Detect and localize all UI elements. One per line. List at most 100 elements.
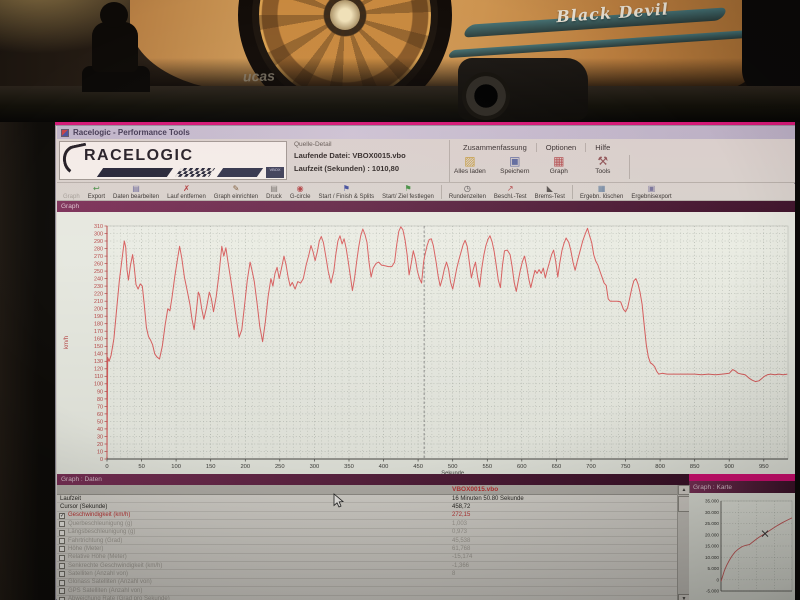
channel-label: Relative Höhe (Meter) xyxy=(68,554,127,560)
logo-tag: VBOX xyxy=(266,167,284,178)
checkbox-unchecked-icon[interactable] xyxy=(59,588,65,594)
title-bar[interactable]: Racelogic - Performance Tools xyxy=(57,126,795,139)
svg-text:230: 230 xyxy=(94,284,103,290)
channel-value: 8 xyxy=(452,571,455,577)
checkbox-unchecked-icon[interactable] xyxy=(59,580,65,586)
svg-text:0: 0 xyxy=(105,464,108,470)
svg-text:310: 310 xyxy=(94,224,103,230)
map-chart[interactable]: -5.00005.00010.00015.00020.00025.00030.0… xyxy=(689,493,795,600)
tab-zusammenfassung[interactable]: Zusammenfassung xyxy=(454,143,537,152)
svg-text:0: 0 xyxy=(100,457,103,463)
table-row[interactable]: Relative Höhe (Meter) -15,174 xyxy=(57,554,677,562)
tab-hilfe[interactable]: Hilfe xyxy=(586,143,619,152)
alles-laden-button[interactable]: ▨Alles laden xyxy=(454,154,486,175)
logo-bar xyxy=(97,168,173,177)
checkbox-unchecked-icon[interactable] xyxy=(59,538,65,544)
toolbar-separator xyxy=(629,155,630,179)
svg-text:140: 140 xyxy=(94,352,103,358)
channel-value: -15,174 xyxy=(452,554,472,560)
table-row[interactable]: GPS Satelliten (Anzahl von) xyxy=(57,587,677,595)
table-row[interactable]: Fahrtrichtung (Grad)45,538 xyxy=(57,537,677,545)
button-label: Daten bearbeiten xyxy=(113,194,159,200)
checkbox-unchecked-icon[interactable] xyxy=(59,555,65,561)
brems-test-button[interactable]: ◣Brems-Test xyxy=(535,185,565,200)
start-finish-splits-button[interactable]: ⚑Start / Finish & Splits xyxy=(318,185,374,200)
speed-graph-panel[interactable]: 0102030405060708090100110120130140150160… xyxy=(57,212,795,474)
svg-text:450: 450 xyxy=(413,464,423,470)
table-row[interactable]: Querbeschleunigung (g)1,003 xyxy=(57,520,677,528)
table-row[interactable]: Satelliten (Anzahl von) 8 xyxy=(57,570,677,578)
button-label: Brems-Test xyxy=(535,194,565,200)
svg-text:90: 90 xyxy=(97,389,103,395)
svg-text:100: 100 xyxy=(94,382,103,388)
tools-button[interactable]: ⚒Tools xyxy=(588,154,618,175)
g-circle-button[interactable]: ◉G-circle xyxy=(290,185,311,200)
graph-button[interactable]: ▦Graph xyxy=(544,154,574,175)
window-title: Racelogic - Performance Tools xyxy=(73,128,190,137)
racelogic-logo: RACELOGIC VBOX xyxy=(59,141,287,180)
svg-text:10: 10 xyxy=(97,449,103,455)
button-label: Graph xyxy=(550,168,568,175)
daten-bearbeiten-button[interactable]: ▤Daten bearbeiten xyxy=(113,185,159,200)
webcam-lens-icon xyxy=(462,72,510,120)
runtime-label: Laufzeit (Sekunden) : 1010,80 xyxy=(294,164,445,173)
checkbox-unchecked-icon[interactable] xyxy=(59,521,65,527)
svg-text:950: 950 xyxy=(759,464,769,470)
checkbox-unchecked-icon[interactable] xyxy=(59,530,65,536)
svg-text:130: 130 xyxy=(94,359,103,365)
table-scrollbar[interactable]: ▲ ▼ xyxy=(677,485,689,600)
graph-panel-caption[interactable]: Graph xyxy=(57,201,795,212)
channel-value: -1,366 xyxy=(452,563,469,569)
table-row[interactable]: Längsbeschleunigung (g)0,973 xyxy=(57,529,677,537)
poster-wheel-hub xyxy=(330,0,360,30)
channel-value: 45,538 xyxy=(452,538,470,544)
lauf-entfernen-button[interactable]: ✗Lauf entfernen xyxy=(167,185,206,200)
svg-text:400: 400 xyxy=(379,464,389,470)
tab-optionen[interactable]: Optionen xyxy=(537,143,586,152)
svg-text:100: 100 xyxy=(171,464,181,470)
ergebnisexport-button[interactable]: ▣Ergebnisexport xyxy=(631,185,671,200)
table-row[interactable]: Cursor (Sekunde)458,72 xyxy=(57,503,677,511)
checkbox-unchecked-icon[interactable] xyxy=(59,571,65,577)
svg-text:250: 250 xyxy=(94,269,103,275)
map-panel[interactable]: -5.00005.00010.00015.00020.00025.00030.0… xyxy=(689,493,795,600)
beschl-test-button[interactable]: ↗Beschl.-Test xyxy=(494,185,527,200)
svg-text:500: 500 xyxy=(448,464,458,470)
svg-text:25.000: 25.000 xyxy=(705,521,719,526)
druck-button[interactable]: ▤Druck xyxy=(266,185,282,200)
rundenzeiten-button[interactable]: ◷Rundenzeiten xyxy=(449,185,486,200)
checkbox-checked-icon[interactable]: ✓ xyxy=(59,513,65,519)
dark-object-right xyxy=(742,0,800,90)
table-row[interactable]: Senkrechte Geschwindigkeit (km/h)-1,366 xyxy=(57,562,677,570)
channel-label: Satelliten (Anzahl von) xyxy=(68,571,128,577)
checkbox-unchecked-icon[interactable] xyxy=(59,546,65,552)
map-panel-caption[interactable]: Graph : Karte xyxy=(689,481,795,493)
monitor-screen: Racelogic - Performance Tools RACELOGIC … xyxy=(55,122,795,600)
svg-text:5.000: 5.000 xyxy=(708,566,720,571)
table-row[interactable]: Laufzeit16 Minuten 50.80 Sekunde xyxy=(57,495,677,503)
start-ziel-festlegen-button[interactable]: ⚑Start/ Ziel festlegen xyxy=(382,185,434,200)
table-row[interactable]: Höhe (Meter)61,768 xyxy=(57,545,677,553)
checkbox-unchecked-icon[interactable] xyxy=(59,563,65,569)
table-row[interactable]: ✓Geschwindigkeit (km/h)272,15 xyxy=(57,512,677,520)
graph-einrichten-button[interactable]: ✎Graph einrichten xyxy=(214,185,258,200)
button-label: Graph xyxy=(63,194,80,200)
svg-text:650: 650 xyxy=(552,464,562,470)
tools-icon: ⚒ xyxy=(597,154,608,168)
export-button[interactable]: ↩Export xyxy=(88,185,105,200)
table-row[interactable]: Abweichung Rate (Grad pro Sekunde) xyxy=(57,596,677,600)
checkbox-unchecked-icon[interactable] xyxy=(59,597,65,600)
ergebn-loeschen-button[interactable]: ▦Ergebn. löschen xyxy=(580,185,623,200)
speichern-button[interactable]: ▣Speichern xyxy=(500,154,530,175)
mouse-cursor xyxy=(333,493,345,509)
svg-text:300: 300 xyxy=(310,464,320,470)
menu-tabs: ZusammenfassungOptionenHilfe xyxy=(454,141,619,154)
flag-icon: ⚑ xyxy=(343,185,350,193)
ribbon-header: RACELOGIC VBOX Quelle-Detail Laufende Da… xyxy=(57,139,795,183)
svg-text:270: 270 xyxy=(94,254,103,260)
channel-value: 272,15 xyxy=(452,512,470,518)
speed-chart[interactable]: 0102030405060708090100110120130140150160… xyxy=(57,212,795,474)
data-panel-caption[interactable]: Graph : Daten xyxy=(57,474,689,485)
table-row[interactable]: Glonass Satelliten (Anzahl von) xyxy=(57,579,677,587)
svg-text:60: 60 xyxy=(97,412,103,418)
